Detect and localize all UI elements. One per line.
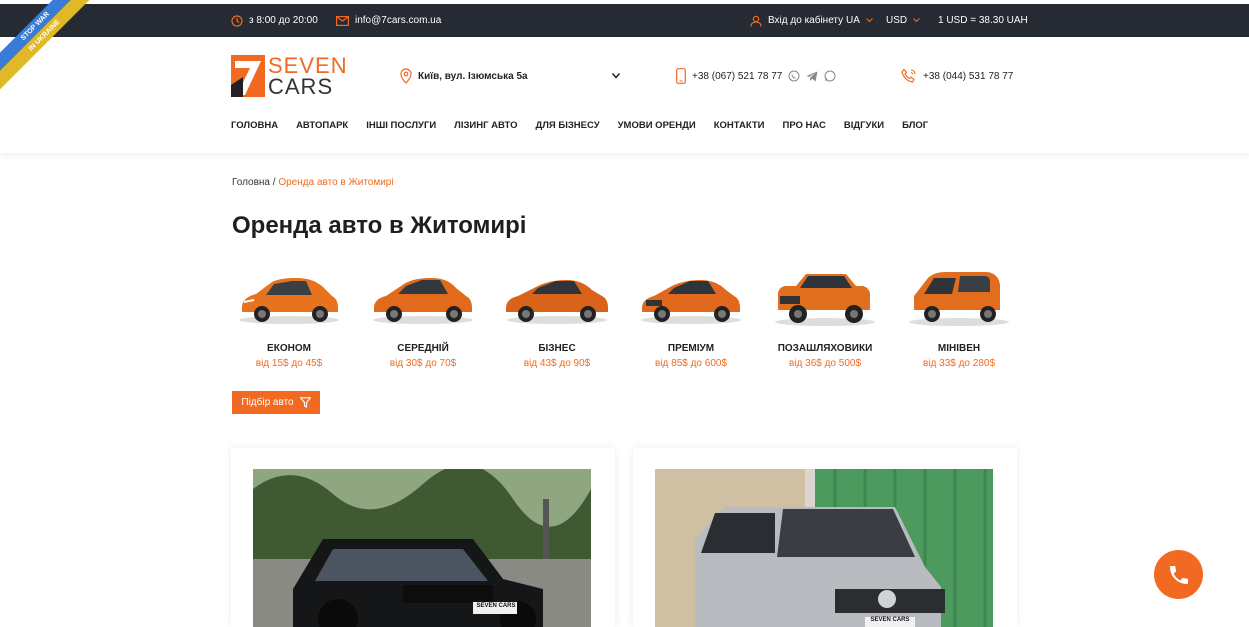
viber-icon[interactable] [788, 70, 800, 82]
site-header: SEVEN CARS Київ, вул. Ізюмська 5а +38 (0… [0, 37, 1249, 153]
filter-label: Підбір авто [241, 397, 294, 408]
user-icon [750, 15, 762, 27]
category-economy[interactable]: ЕКОНОМ від 15$ до 45$ [224, 262, 354, 369]
category-name: МІНІВЕН [937, 343, 981, 354]
breadcrumb-home[interactable]: Головна [232, 177, 270, 188]
category-name: СЕРЕДНІЙ [397, 343, 449, 354]
currency-value: USD [886, 15, 908, 26]
breadcrumb: Головна / Оренда авто в Житомирі [232, 177, 394, 188]
category-name: ЕКОНОМ [267, 343, 311, 354]
chevron-down-icon [866, 18, 873, 23]
language-select[interactable]: UA [846, 4, 873, 37]
clock-icon [231, 14, 243, 27]
car-filter-button[interactable]: Підбір авто [232, 391, 320, 414]
business-sedan-icon [506, 280, 608, 324]
working-hours: з 8:00 до 20:00 [231, 4, 318, 37]
suv-car-icon [775, 274, 875, 326]
nav-item-blog[interactable]: БЛОГ [902, 120, 928, 131]
category-price: від 15$ до 45$ [255, 358, 323, 369]
site-logo[interactable]: SEVEN CARS [231, 55, 348, 99]
black-suv-photo [253, 469, 591, 627]
logo-cars: CARS [268, 74, 334, 99]
nav-item-contacts[interactable]: КОНТАКТИ [714, 120, 765, 131]
logo-mark-icon [231, 55, 265, 97]
license-plate: SEVEN CARS [870, 617, 910, 623]
nav-item-reviews[interactable]: ВІДГУКИ [844, 120, 884, 131]
login-text: Вхід до кабінету [768, 15, 844, 26]
mobile-phone: +38 (067) 521 78 77 [676, 68, 836, 84]
mail-icon [336, 15, 349, 26]
filter-funnel-icon [299, 397, 311, 408]
exchange-rate: 1 USD = 38.30 UAH [938, 4, 1028, 37]
car-card[interactable]: SEVEN CARS [231, 448, 615, 627]
mobile-phone-icon [676, 68, 686, 84]
landline-phone-number[interactable]: +38 (044) 531 78 77 [923, 71, 1013, 82]
category-business[interactable]: БІЗНЕС від 43$ до 90$ [492, 262, 622, 369]
nav-item-home[interactable]: ГОЛОВНА [231, 120, 278, 131]
license-plate: SEVEN CARS [476, 603, 516, 609]
car-photo[interactable]: SEVEN CARS [655, 469, 993, 627]
chevron-down-icon [611, 73, 620, 79]
top-bar: з 8:00 до 20:00 info@7cars.com.ua Вхід д… [0, 4, 1249, 37]
language-value: UA [846, 15, 860, 26]
breadcrumb-current: Оренда авто в Житомирі [278, 177, 394, 188]
location-text: Київ, вул. Ізюмська 5а [418, 70, 528, 82]
category-premium[interactable]: ПРЕМІУМ від 85$ до 600$ [626, 262, 756, 369]
category-price: від 33$ до 280$ [922, 358, 996, 369]
nav-item-other-services[interactable]: ІНШІ ПОСЛУГИ [366, 120, 436, 131]
phone-icon [901, 68, 916, 83]
phone-icon [1169, 565, 1188, 584]
currency-select[interactable]: USD [886, 4, 921, 37]
main-nav: ГОЛОВНА АВТОПАРК ІНШІ ПОСЛУГИ ЛІЗИНГ АВТ… [231, 120, 928, 131]
car-photo[interactable]: SEVEN CARS [253, 469, 591, 627]
category-price: від 85$ до 600$ [654, 358, 728, 369]
premium-sedan-icon [641, 280, 741, 324]
hatchback-car-icon [239, 278, 339, 324]
login-link[interactable]: Вхід до кабінету [750, 4, 843, 37]
category-price: від 30$ до 70$ [389, 358, 457, 369]
category-price: від 43$ до 90$ [523, 358, 591, 369]
nav-item-business[interactable]: ДЛЯ БІЗНЕСУ [535, 120, 599, 131]
car-card[interactable]: SEVEN CARS [633, 448, 1017, 627]
category-price: від 36$ до 500$ [788, 358, 862, 369]
email-link[interactable]: info@7cars.com.ua [336, 4, 441, 37]
landline-phone: +38 (044) 531 78 77 [901, 68, 1013, 84]
chevron-down-icon [913, 18, 921, 23]
nav-item-fleet[interactable]: АВТОПАРК [296, 120, 348, 131]
category-name: ПРЕМІУМ [667, 343, 715, 354]
logo-text: SEVEN CARS [268, 55, 348, 99]
category-minivan[interactable]: МІНІВЕН від 33$ до 280$ [894, 262, 1024, 369]
whatsapp-icon[interactable] [824, 70, 836, 82]
hours-text: з 8:00 до 20:00 [249, 15, 318, 26]
rate-text: 1 USD = 38.30 UAH [938, 15, 1028, 26]
category-name: ПОЗАШЛЯХОВИКИ [777, 343, 873, 354]
minivan-car-icon [909, 272, 1009, 326]
mobile-phone-number[interactable]: +38 (067) 521 78 77 [692, 71, 782, 82]
location-pin-icon [400, 68, 412, 84]
silver-van-photo [655, 469, 993, 627]
page-title: Оренда авто в Житомирі [232, 212, 527, 239]
email-text: info@7cars.com.ua [355, 15, 442, 26]
nav-item-leasing[interactable]: ЛІЗИНГ АВТО [454, 120, 517, 131]
location-select[interactable]: Київ, вул. Ізюмська 5а [400, 68, 620, 84]
call-button[interactable] [1154, 550, 1203, 599]
sedan-car-icon [373, 278, 473, 324]
nav-item-about[interactable]: ПРО НАС [782, 120, 825, 131]
category-suv[interactable]: ПОЗАШЛЯХОВИКИ від 36$ до 500$ [760, 262, 890, 369]
nav-item-rental-terms[interactable]: УМОВИ ОРЕНДИ [618, 120, 696, 131]
category-midsize[interactable]: СЕРЕДНІЙ від 30$ до 70$ [358, 262, 488, 369]
category-name: БІЗНЕС [538, 343, 576, 354]
telegram-icon[interactable] [806, 71, 818, 82]
